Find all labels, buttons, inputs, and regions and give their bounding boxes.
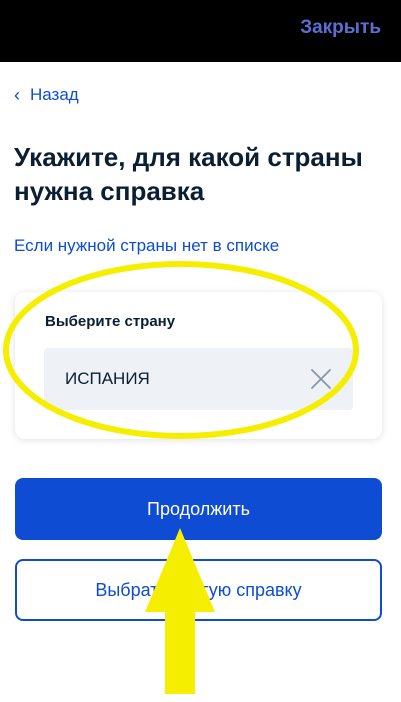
page-title: Укажите, для какой страны нужна справка — [14, 142, 363, 206]
chevron-left-icon: ‹ — [14, 85, 20, 105]
country-select-field[interactable]: ИСПАНИЯ — [44, 348, 353, 410]
back-link[interactable]: ‹ Назад — [14, 85, 79, 105]
close-icon[interactable] — [309, 367, 333, 391]
top-bar: Закрыть — [0, 0, 401, 62]
country-field-label: Выберите страну — [45, 313, 176, 330]
close-link[interactable]: Закрыть — [300, 17, 381, 39]
selected-country-value: ИСПАНИЯ — [65, 369, 150, 388]
choose-other-certificate-button[interactable]: Выбрать другую справку — [15, 559, 382, 621]
back-link-label: Назад — [30, 85, 79, 104]
country-select-card: Выберите страну ИСПАНИЯ — [15, 292, 382, 439]
continue-button[interactable]: Продолжить — [15, 478, 382, 540]
country-not-listed-link[interactable]: Если нужной страны нет в списке — [14, 236, 279, 256]
